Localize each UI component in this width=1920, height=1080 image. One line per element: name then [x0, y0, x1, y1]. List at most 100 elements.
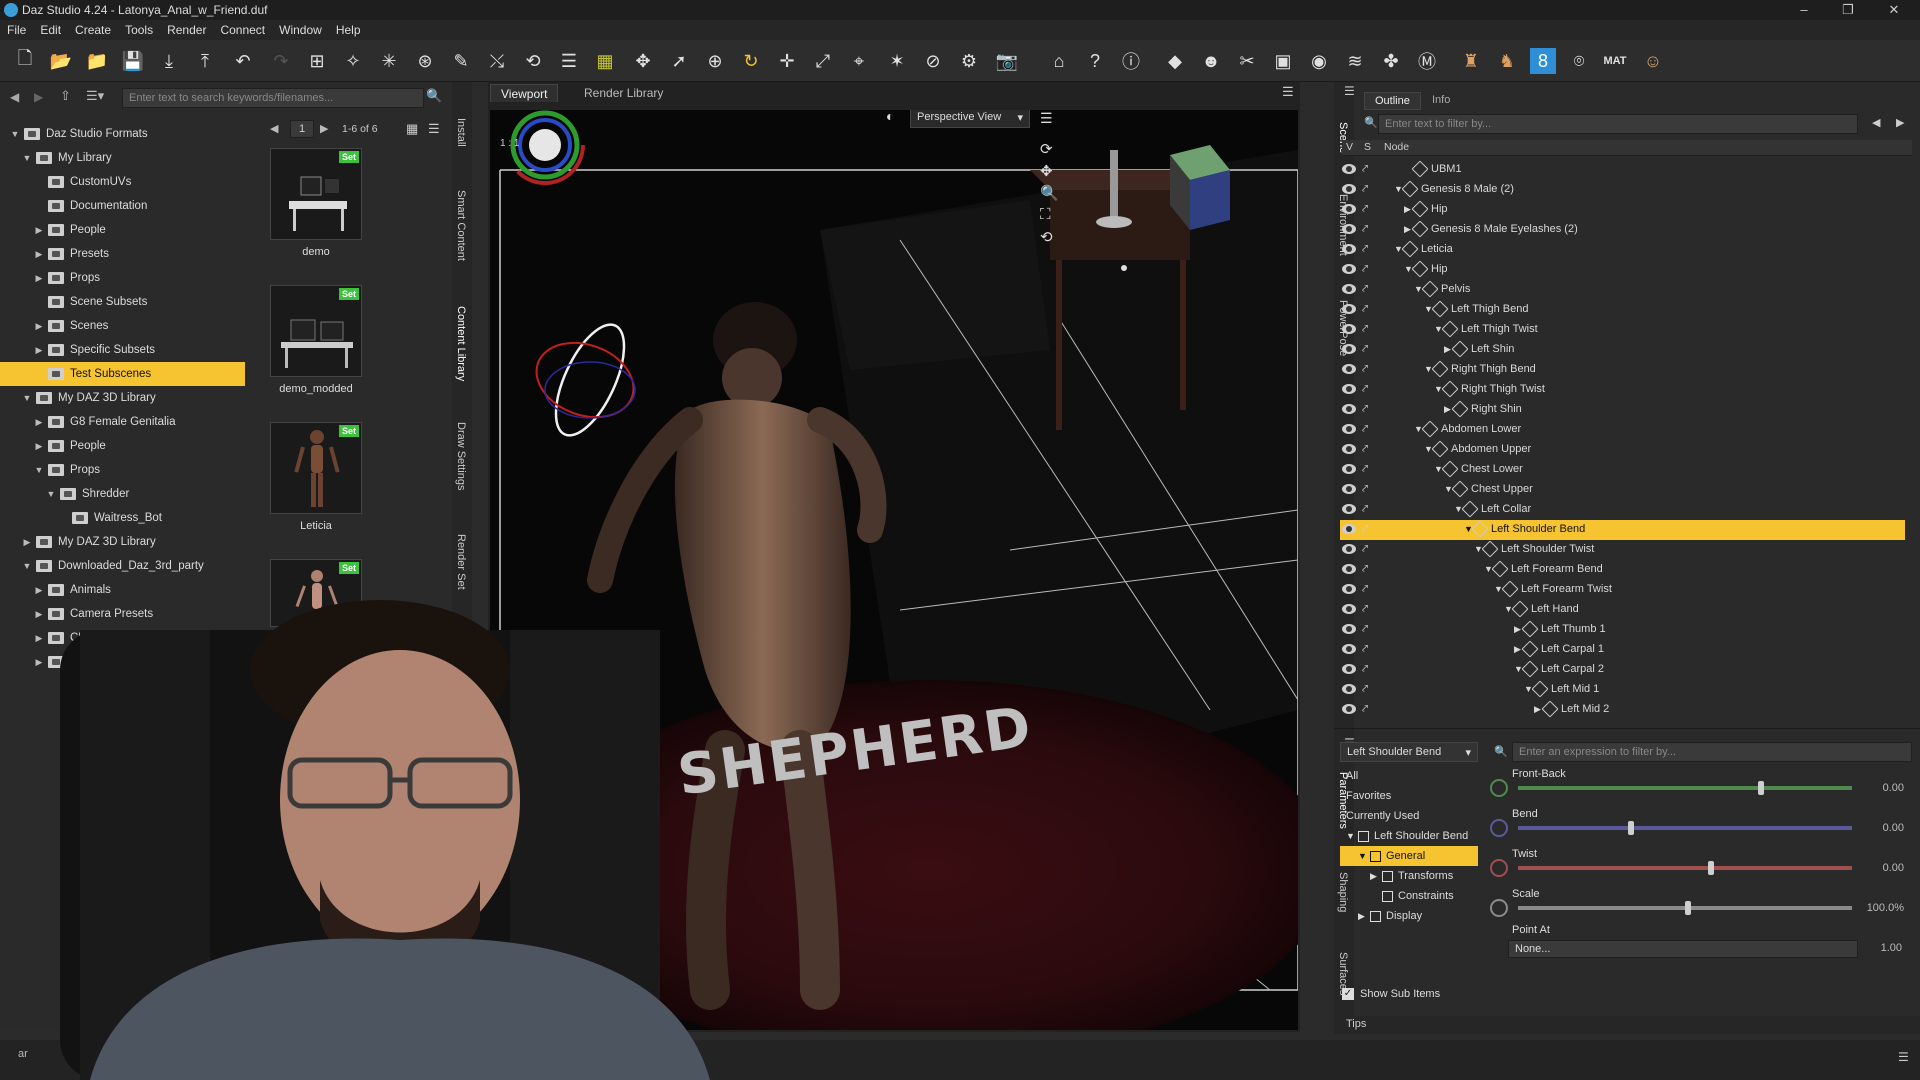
render-icon[interactable]: 📷: [994, 48, 1020, 74]
selectable-cursor-icon[interactable]: ⤤: [1362, 323, 1374, 336]
spot-render-icon[interactable]: ✶: [884, 48, 910, 74]
tab-render-settings[interactable]: Render Set: [455, 534, 467, 590]
node-weight-icon[interactable]: ✎: [448, 48, 474, 74]
render-settings-icon[interactable]: ⚙: [956, 48, 982, 74]
param-link-icon[interactable]: [1490, 899, 1508, 917]
visibility-eye-icon[interactable]: [1342, 404, 1356, 414]
help-icon[interactable]: ⓘ: [1118, 48, 1144, 74]
selectable-cursor-icon[interactable]: ⤤: [1362, 643, 1374, 656]
visibility-eye-icon[interactable]: [1342, 244, 1356, 254]
universal-tool-icon[interactable]: ✥: [630, 48, 656, 74]
up-icon[interactable]: ⇧: [60, 88, 71, 104]
slider-track[interactable]: [1518, 866, 1852, 870]
show-sub-items-checkbox[interactable]: ✓ Show Sub Items: [1342, 988, 1440, 1000]
param-link-icon[interactable]: [1490, 859, 1508, 877]
back-icon[interactable]: ◀: [10, 90, 19, 104]
expand-arrow-icon[interactable]: ▼: [1358, 851, 1370, 861]
param-category-item[interactable]: ▶ Transforms: [1340, 866, 1478, 886]
active-pose-icon[interactable]: ✧: [340, 48, 366, 74]
folder-tree-item[interactable]: ▶ My DAZ 3D Library: [0, 530, 245, 554]
figure-icon[interactable]: ☻: [1198, 48, 1224, 74]
selectable-cursor-icon[interactable]: ⤤: [1362, 443, 1374, 456]
node-selection-icon[interactable]: ⊞: [304, 48, 330, 74]
folder-tree-item[interactable]: ▶ People: [0, 434, 245, 458]
scene-node-row[interactable]: ⤤ ▶ Left Thumb 1: [1340, 620, 1905, 640]
scene-node-row[interactable]: ⤤ ▶ Genesis 8 Male Eyelashes (2): [1340, 220, 1905, 240]
zoom-icon[interactable]: 🔍: [1040, 184, 1059, 202]
param-category-item[interactable]: All: [1340, 766, 1478, 786]
maximize-button[interactable]: ❐: [1828, 0, 1868, 20]
scene-node-row[interactable]: ⤤ ▼ Left Collar: [1340, 500, 1905, 520]
joint-editor-icon[interactable]: ✳: [376, 48, 402, 74]
scene-node-row[interactable]: ⤤ ▼ Chest Upper: [1340, 480, 1905, 500]
orbit-icon[interactable]: ⟳: [1040, 140, 1053, 158]
translate-tool-icon[interactable]: ✛: [774, 48, 800, 74]
thumbnail-item[interactable]: Set demo_modded: [264, 285, 362, 422]
visibility-eye-icon[interactable]: [1342, 524, 1356, 534]
selectable-cursor-icon[interactable]: ⤤: [1362, 223, 1374, 236]
visibility-eye-icon[interactable]: [1342, 184, 1356, 194]
tab-content-library[interactable]: Content Library: [455, 306, 467, 381]
next-page-icon[interactable]: ▶: [320, 122, 328, 135]
param-value[interactable]: 0.00: [1883, 862, 1904, 874]
forward-icon[interactable]: ▶: [34, 90, 43, 104]
visibility-eye-icon[interactable]: [1342, 384, 1356, 394]
scene-node-row[interactable]: ⤤ ▼ Left Thigh Bend: [1340, 300, 1905, 320]
thumbnail-image[interactable]: Set: [270, 285, 362, 377]
icon-view-icon[interactable]: ▦: [406, 121, 418, 137]
rotate-tool-icon[interactable]: ↻: [738, 48, 764, 74]
selectable-cursor-icon[interactable]: ⤤: [1362, 283, 1374, 296]
pose-figure-icon[interactable]: ♜: [1458, 48, 1484, 74]
point-at-field[interactable]: None...: [1508, 940, 1858, 958]
visibility-eye-icon[interactable]: [1342, 284, 1356, 294]
param-category-item[interactable]: Constraints: [1340, 886, 1478, 906]
close-button[interactable]: ✕: [1874, 0, 1914, 20]
collapse-arrow-icon[interactable]: ▶: [34, 345, 44, 356]
scene-node-row[interactable]: ⤤ ▼ Left Forearm Bend: [1340, 560, 1905, 580]
content-search-input[interactable]: Enter text to search keywords/filenames.…: [122, 88, 424, 108]
scene-node-row[interactable]: ⤤ ▶ Left Carpal 1: [1340, 640, 1905, 660]
grid-icon[interactable]: ▦: [592, 48, 618, 74]
scene-node-row[interactable]: ⤤ ▼ Left Shoulder Bend: [1340, 520, 1905, 540]
status-menu-icon[interactable]: ☰: [1898, 1050, 1909, 1064]
scene-node-row[interactable]: ⤤ ▼ Left Shoulder Twist: [1340, 540, 1905, 560]
selectable-cursor-icon[interactable]: ⤤: [1362, 403, 1374, 416]
folder-tree-item[interactable]: ▼ My DAZ 3D Library: [0, 386, 245, 410]
scene-node-row[interactable]: ⤤ ▼ Chest Lower: [1340, 460, 1905, 480]
folder-tree-item[interactable]: CustomUVs: [0, 170, 245, 194]
scene-node-row[interactable]: ⤤ ▼ Abdomen Lower: [1340, 420, 1905, 440]
expand-arrow-icon[interactable]: ▼: [1346, 831, 1358, 841]
selectable-cursor-icon[interactable]: ⤤: [1362, 603, 1374, 616]
hair-icon[interactable]: ≋: [1342, 48, 1368, 74]
folder-tree-item[interactable]: Test Subscenes: [0, 362, 245, 386]
selectable-cursor-icon[interactable]: ⤤: [1362, 383, 1374, 396]
folder-tree-item[interactable]: Scene Subsets: [0, 290, 245, 314]
open-file-icon[interactable]: 📂: [48, 48, 74, 74]
selectable-cursor-icon[interactable]: ⤤: [1362, 523, 1374, 536]
tab-draw-settings[interactable]: Draw Settings: [455, 422, 467, 490]
folder-tree-item[interactable]: ▼ Shredder: [0, 482, 245, 506]
scene-node-row[interactable]: ⤤ ▼ Left Mid 1: [1340, 680, 1905, 700]
prev-page-icon[interactable]: ◀: [270, 122, 278, 135]
menu-connect[interactable]: Connect: [213, 23, 272, 37]
dforce-icon[interactable]: ✤: [1378, 48, 1404, 74]
frame-icon[interactable]: ⛶: [1040, 206, 1051, 223]
param-slider[interactable]: Twist 0.00: [1488, 846, 1912, 886]
selectable-cursor-icon[interactable]: ⤤: [1362, 623, 1374, 636]
visibility-eye-icon[interactable]: [1342, 484, 1356, 494]
scene-node-row[interactable]: ⤤ ▶ Left Shin: [1340, 340, 1905, 360]
save-icon[interactable]: 💾: [120, 48, 146, 74]
selectable-cursor-icon[interactable]: ⤤: [1362, 703, 1374, 716]
morph-icon[interactable]: Ⓜ: [1414, 48, 1440, 74]
pose-tool-icon[interactable]: ⤯: [484, 48, 510, 74]
scene-node-row[interactable]: ⤤ UBM1: [1340, 160, 1905, 180]
camera-icon[interactable]: ◉: [1306, 48, 1332, 74]
visibility-eye-icon[interactable]: [1342, 264, 1356, 274]
tab-info[interactable]: Info: [1432, 94, 1450, 106]
visibility-eye-icon[interactable]: [1342, 604, 1356, 614]
scene-node-row[interactable]: ⤤ ▼ Genesis 8 Male (2): [1340, 180, 1905, 200]
selectable-cursor-icon[interactable]: ⤤: [1362, 243, 1374, 256]
minimize-button[interactable]: –: [1784, 0, 1824, 20]
param-category-item[interactable]: ▼ General: [1340, 846, 1478, 866]
visibility-eye-icon[interactable]: [1342, 704, 1356, 714]
